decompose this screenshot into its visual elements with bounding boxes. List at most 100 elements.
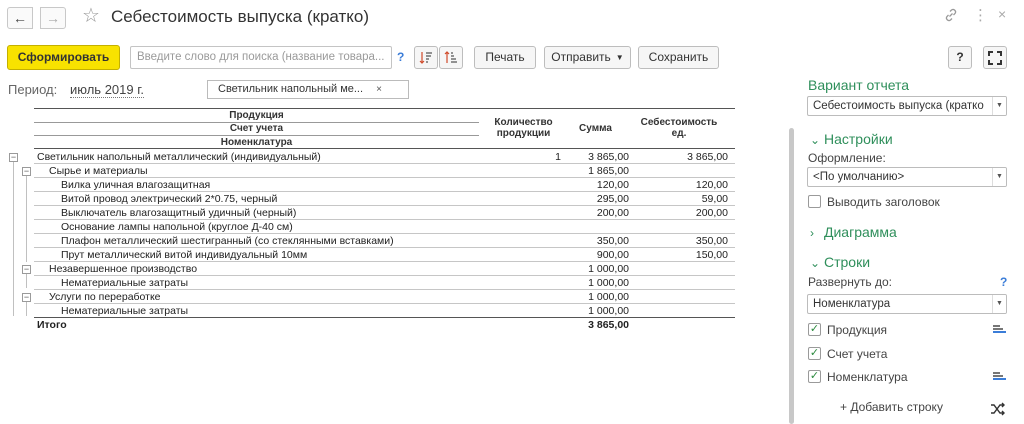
row-cost: 200,00 <box>695 207 728 219</box>
expand-select[interactable]: Номенклатура ▼ <box>807 294 1007 314</box>
table-row[interactable]: − Светильник напольный металлический (ин… <box>0 150 735 164</box>
table-row[interactable]: − Незавершенное производство 1 000,00 <box>0 262 735 276</box>
table-row[interactable]: Плафон металлический шестигранный (со ст… <box>0 234 735 248</box>
row-name: Витой провод электрический 2*0.75, черны… <box>61 193 278 205</box>
settings-title: Настройки <box>824 131 893 147</box>
row-sum: 3 865,00 <box>588 151 629 163</box>
sort-descending-button[interactable] <box>414 46 438 69</box>
star-icon[interactable]: ☆ <box>82 4 100 28</box>
grouping-icon[interactable] <box>993 372 1006 383</box>
sort-ascending-button[interactable] <box>439 46 463 69</box>
back-button[interactable]: ← <box>7 7 33 29</box>
product-filter-text: Светильник напольный ме... <box>218 83 364 95</box>
design-label: Оформление: <box>808 151 886 165</box>
add-row-link[interactable]: + Добавить строку <box>840 400 943 414</box>
design-select[interactable]: <По умолчанию> ▼ <box>807 167 1007 187</box>
chart-section[interactable]: › Диаграмма <box>810 224 897 240</box>
row-name: Прут металлический витой индивидуальный … <box>61 249 308 261</box>
expand-select-value: Номенклатура <box>813 298 891 310</box>
title-bar: ← → ☆ Себестоимость выпуска (кратко) ⋮ × <box>0 0 1024 36</box>
header-product: Продукция <box>229 110 284 121</box>
row-sum: 1 000,00 <box>588 263 629 275</box>
show-header-label: Выводить заголовок <box>827 195 940 209</box>
chevron-down-icon[interactable]: ▼ <box>992 295 1006 313</box>
table-row[interactable]: Витой провод электрический 2*0.75, черны… <box>0 192 735 206</box>
variant-select[interactable]: Себестоимость выпуска (кратко ▼ <box>807 96 1007 116</box>
row-sum: 295,00 <box>596 193 629 205</box>
arrow-right-icon: → <box>46 10 60 26</box>
fullscreen-button[interactable] <box>983 46 1007 69</box>
generate-button[interactable]: Сформировать <box>7 45 120 70</box>
more-vertical-icon[interactable]: ⋮ <box>973 6 988 24</box>
header-top-line <box>34 108 735 109</box>
search-help-icon[interactable]: ? <box>397 50 404 64</box>
table-row[interactable]: Основание лампы напольной (круглое Д-40 … <box>0 220 735 234</box>
table-row[interactable]: Прут металлический витой индивидуальный … <box>0 248 735 262</box>
help-button[interactable]: ? <box>948 46 972 69</box>
row-name: Услуги по переработке <box>49 291 161 303</box>
row-name: Светильник напольный металлический (инди… <box>37 151 321 163</box>
sort-ascending-icon <box>444 51 457 63</box>
row-name: Вилка уличная влагозащитная <box>61 179 211 191</box>
header-bottom-line <box>34 148 735 149</box>
period-label: Период: <box>8 82 58 97</box>
collapse-icon[interactable]: − <box>22 167 31 176</box>
table-row[interactable]: − Услуги по переработке 1 000,00 <box>0 290 735 304</box>
scrollbar[interactable] <box>789 128 794 424</box>
table-row[interactable]: Нематериальные затраты 1 000,00 <box>0 276 735 290</box>
collapse-icon[interactable]: − <box>22 293 31 302</box>
total-label: Итого <box>37 319 67 331</box>
row-cost: 350,00 <box>695 235 728 247</box>
row-nomenclature-checkbox[interactable]: ✓ <box>808 370 821 383</box>
total-sum: 3 865,00 <box>588 319 629 331</box>
product-filter[interactable]: Светильник напольный ме... × <box>207 80 409 99</box>
sort-descending-icon <box>419 52 432 64</box>
row-name: Нематериальные затраты <box>61 277 189 289</box>
row-cost: 3 865,00 <box>687 151 728 163</box>
row-account-checkbox[interactable]: ✓ <box>808 347 821 360</box>
search-input[interactable]: Введите слово для поиска (название товар… <box>130 46 392 69</box>
header-nomenclature: Номенклатура <box>220 137 293 148</box>
rows-title: Строки <box>824 254 871 270</box>
row-sum: 900,00 <box>596 249 629 261</box>
fullscreen-icon <box>988 51 1002 65</box>
header-quantity-1: Количество <box>494 117 553 128</box>
grouping-icon[interactable] <box>993 325 1006 336</box>
collapse-icon[interactable]: − <box>22 265 31 274</box>
row-product-label: Продукция <box>827 323 888 337</box>
table-total-row: Итого 3 865,00 <box>0 318 735 332</box>
header-quantity-2: продукции <box>496 128 551 139</box>
send-button-label: Отправить <box>551 50 611 64</box>
forward-button[interactable]: → <box>40 7 66 29</box>
table-row[interactable]: Выключатель влагозащитный удичный (черны… <box>0 206 735 220</box>
page-title: Себестоимость выпуска (кратко) <box>111 7 370 26</box>
show-header-checkbox[interactable] <box>808 195 821 208</box>
header-cost-1: Себестоимость <box>640 117 718 128</box>
chevron-down-icon: ▼ <box>615 53 624 63</box>
table-row[interactable]: Вилка уличная влагозащитная 120,00 120,0… <box>0 178 735 192</box>
close-icon[interactable]: × <box>376 81 382 98</box>
header-account: Счет учета <box>229 123 284 134</box>
table-row[interactable]: Нематериальные затраты 1 000,00 <box>0 304 735 318</box>
row-cost: 120,00 <box>695 179 728 191</box>
header-line <box>34 135 479 136</box>
settings-section[interactable]: ⌄ Настройки <box>810 131 893 147</box>
send-button[interactable]: Отправить ▼ <box>544 46 631 69</box>
row-name: Незавершенное производство <box>49 263 198 275</box>
expand-help-icon[interactable]: ? <box>1000 275 1007 289</box>
link-icon[interactable] <box>944 8 958 25</box>
chevron-down-icon: ⌄ <box>810 133 821 147</box>
close-icon[interactable]: × <box>998 6 1006 22</box>
collapse-icon[interactable]: − <box>9 153 18 162</box>
row-name: Нематериальные затраты <box>61 305 189 317</box>
chevron-down-icon[interactable]: ▼ <box>992 97 1006 115</box>
shuffle-icon[interactable] <box>990 402 1006 421</box>
table-row[interactable]: − Сырье и материалы 1 865,00 <box>0 164 735 178</box>
row-name: Сырье и материалы <box>49 165 148 177</box>
print-button[interactable]: Печать <box>474 46 536 69</box>
row-product-checkbox[interactable]: ✓ <box>808 323 821 336</box>
rows-section[interactable]: ⌄ Строки <box>810 254 870 270</box>
period-value[interactable]: июль 2019 г. <box>70 82 144 98</box>
save-button[interactable]: Сохранить <box>638 46 719 69</box>
chevron-down-icon[interactable]: ▼ <box>992 168 1006 186</box>
